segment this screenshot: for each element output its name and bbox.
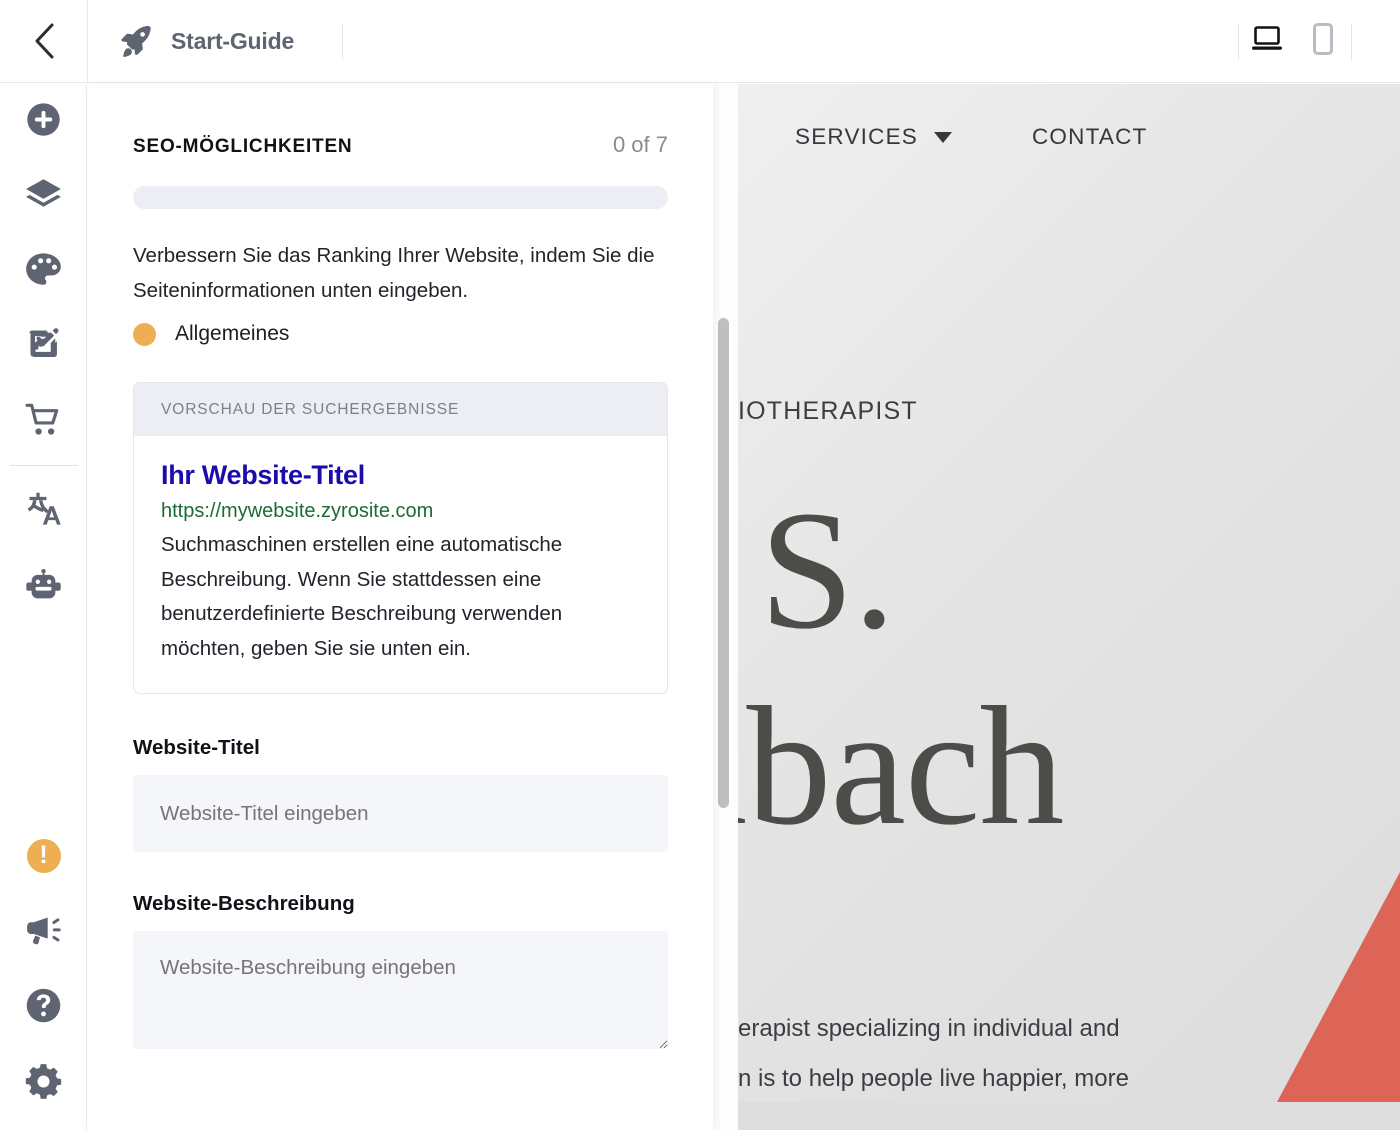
seo-progress-count: 0 of 7: [612, 132, 668, 157]
website-description-field-group: Website-Beschreibung: [133, 892, 668, 1049]
search-preview-header: VORSCHAU DER SUCHERGEBNISSE: [134, 383, 667, 436]
topbar-divider: [87, 0, 88, 83]
nav-item-services-label: SERVICES: [795, 124, 918, 149]
shopping-cart-icon: [25, 402, 62, 442]
layers-icon: [25, 178, 62, 216]
alert-circle-icon: !: [26, 839, 61, 873]
nav-item-contact[interactable]: CONTACT: [1032, 124, 1147, 150]
chevron-left-icon: [31, 22, 57, 60]
sidebar-item-edit-page[interactable]: [0, 309, 87, 384]
desktop-view-button[interactable]: [1239, 14, 1295, 70]
gear-icon: [25, 1063, 62, 1105]
website-description-label: Website-Beschreibung: [133, 892, 355, 915]
site-hero-heading-line2: enbach: [738, 672, 1064, 860]
seo-progress-bar: [133, 186, 668, 209]
site-hero-heading-line1: er S.: [738, 476, 896, 664]
topbar-title-separator: [342, 23, 344, 59]
sidebar-item-settings[interactable]: [0, 1046, 87, 1122]
seo-intro-text: Verbessern Sie das Ranking Ihrer Website…: [133, 244, 655, 302]
search-preview-description: Suchmaschinen erstellen eine automatisch…: [161, 533, 563, 660]
rail-divider: [9, 465, 78, 466]
sidebar-item-store[interactable]: [0, 384, 87, 459]
nav-item-contact-label: CONTACT: [1031, 124, 1148, 149]
website-preview-area: SERVICES CONTACT IOTHERAPIST er S. enbac…: [713, 84, 1400, 1130]
edit-page-icon: [26, 326, 62, 367]
search-preview-title: Ihr Website-Titel: [161, 460, 365, 490]
seo-section-header: SEO-MÖGLICHKEITEN 0 of 7: [133, 132, 668, 158]
seo-category-label: Allgemeines: [175, 322, 290, 345]
back-button[interactable]: [0, 0, 87, 83]
seo-panel: SEO-MÖGLICHKEITEN 0 of 7 Verbessern Sie …: [88, 84, 713, 1130]
site-footer-strip: [738, 1102, 1400, 1130]
preview-scrollbar-thumb[interactable]: [718, 318, 729, 808]
website-title-field-group: Website-Titel: [133, 736, 668, 852]
website-canvas: SERVICES CONTACT IOTHERAPIST er S. enbac…: [738, 84, 1400, 1130]
site-kicker-text: IOTHERAPIST: [738, 397, 918, 425]
left-icon-rail: !: [0, 84, 87, 1130]
chevron-down-icon: [933, 131, 952, 143]
top-bar: Start-Guide: [0, 0, 1400, 83]
status-dot-icon: [133, 322, 156, 346]
sidebar-item-add-element[interactable]: [0, 84, 87, 159]
seo-category-chip[interactable]: Allgemeines: [133, 322, 668, 346]
editor-root: Start-Guide ! SEO-MÖGLICHKEITEN 0 of 7 V…: [0, 0, 1400, 1130]
preview-scrollbar-track[interactable]: [713, 84, 738, 1130]
start-guide-title: Start-Guide: [171, 27, 295, 54]
sidebar-item-design[interactable]: [0, 234, 87, 309]
website-title-input[interactable]: [133, 775, 668, 852]
sidebar-item-assistant[interactable]: [0, 549, 87, 624]
search-result-preview-card: VORSCHAU DER SUCHERGEBNISSE Ihr Website-…: [133, 382, 668, 694]
website-title-label: Website-Titel: [133, 736, 260, 759]
mobile-view-button[interactable]: [1295, 14, 1351, 70]
plus-circle-icon: [25, 101, 62, 143]
search-preview-url: https://mywebsite.zyrosite.com: [161, 500, 434, 522]
website-description-textarea[interactable]: [133, 931, 668, 1049]
robot-icon: [25, 568, 62, 606]
site-navigation: SERVICES CONTACT: [738, 124, 1400, 150]
site-hero-paragraph-line1: erapist specializing in individual and: [738, 1015, 1120, 1042]
sidebar-item-layers[interactable]: [0, 159, 87, 234]
page-title: SEO-MÖGLICHKEITEN: [133, 136, 353, 157]
sidebar-item-marketing[interactable]: [0, 894, 87, 970]
translate-icon: [25, 491, 63, 532]
device-group-separator-right: [1351, 23, 1352, 60]
device-preview-toggle: [1238, 0, 1352, 83]
sidebar-item-alerts[interactable]: !: [0, 818, 87, 894]
start-guide-group[interactable]: Start-Guide: [87, 0, 344, 83]
nav-item-services[interactable]: SERVICES: [795, 124, 952, 150]
mobile-phone-icon: [1311, 22, 1335, 61]
megaphone-icon: [25, 915, 63, 950]
palette-icon: [25, 252, 62, 292]
sidebar-item-languages[interactable]: [0, 474, 87, 549]
desktop-monitor-icon: [1250, 24, 1284, 59]
rocket-icon: [119, 24, 153, 58]
site-hero-heading: er S. enbach: [738, 472, 1400, 864]
sidebar-item-help[interactable]: [0, 970, 87, 1046]
question-circle-icon: [25, 987, 62, 1029]
